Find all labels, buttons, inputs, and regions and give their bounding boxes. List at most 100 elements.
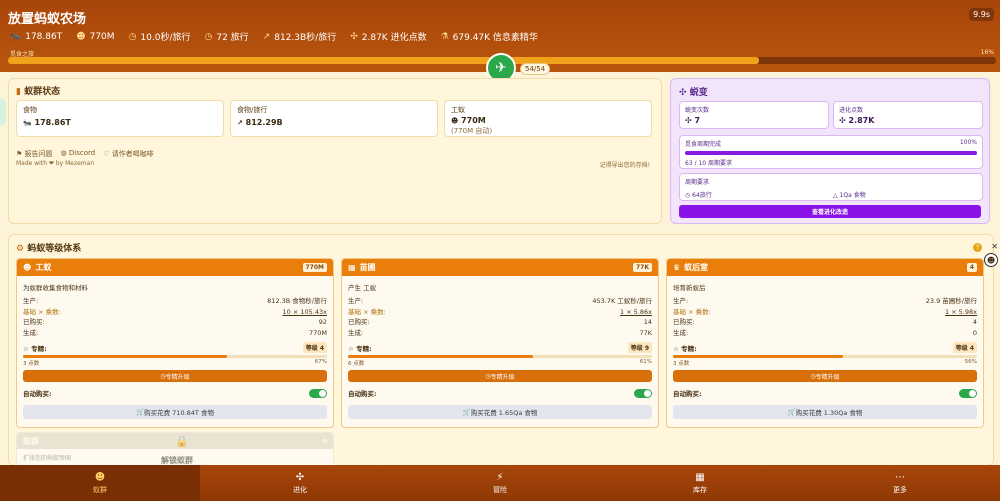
evolution-points-label: 进化点数 bbox=[839, 107, 864, 114]
heart-icon: ♡ bbox=[103, 150, 112, 158]
spec-upgrade-button[interactable]: ◷ 专精升级 bbox=[23, 370, 327, 382]
base-label: 基础 × 乘数: bbox=[23, 307, 61, 316]
runner-count: 54/54 bbox=[520, 63, 551, 75]
produce-label: 生产: bbox=[673, 297, 689, 305]
made-with-credit: Made with ❤ by Mezeman bbox=[16, 160, 95, 167]
food-per-trip-card: 食物/旅行 ↗ 812.29B bbox=[230, 100, 438, 137]
cycle-progress-fill bbox=[685, 151, 977, 155]
queen-icon: ♛ bbox=[673, 263, 681, 272]
sparkle-icon: ✣ bbox=[839, 116, 849, 125]
produce-value: 23.9 苗圃秒/旅行 bbox=[925, 297, 977, 305]
trend-icon: ↗ bbox=[237, 119, 243, 127]
unit-description: 产生 工蚁 bbox=[348, 284, 377, 292]
sparkle-icon: ✣ bbox=[679, 88, 690, 98]
spec-upgrade-label: 专精升级 bbox=[490, 373, 515, 381]
requirement-trips: 64旅行 bbox=[692, 192, 712, 199]
bolt-icon: ⚡ bbox=[496, 471, 504, 483]
spec-points: 6 点数 bbox=[348, 361, 365, 367]
spec-progress-bar bbox=[23, 355, 327, 358]
cart-icon: 🛒 bbox=[136, 408, 145, 416]
buy-button[interactable]: 🛒 购买花费 1.65Qa 食物 bbox=[348, 405, 652, 419]
trend-icon: ↗ bbox=[262, 31, 271, 42]
nav-label: 进化 bbox=[293, 485, 307, 494]
worker-icon: ☻ bbox=[451, 117, 459, 125]
auto-buy-toggle[interactable] bbox=[634, 388, 652, 398]
nav-item-0[interactable]: ☻ 蚁群 bbox=[0, 465, 200, 501]
nav-label: 库存 bbox=[693, 485, 707, 494]
stat-value: 2.87K 进化点数 bbox=[361, 33, 427, 43]
auto-buy-toggle[interactable] bbox=[959, 388, 977, 398]
generated-label: 生成: bbox=[673, 328, 689, 337]
coffee-link[interactable]: ♡ 请作者喝咖啡 bbox=[103, 149, 154, 159]
spec-percent: 56% bbox=[964, 359, 977, 365]
auto-buy-label: 自动购买: bbox=[23, 390, 52, 398]
cycle-progress-bar bbox=[685, 151, 977, 155]
food-per-trip-label: 食物/旅行 bbox=[237, 106, 268, 114]
buy-button-label: 购买花费 710.84T 食物 bbox=[144, 409, 214, 417]
help-icon[interactable]: ? bbox=[973, 243, 982, 252]
unit-count: 4 bbox=[966, 263, 977, 272]
app-title: 放置蚂蚁农场 bbox=[8, 12, 87, 27]
cycle-requirement-card: 周期要求 ◷ 64旅行 △ 1Qa 食物 bbox=[679, 173, 983, 201]
auto-buy-label: 自动购买: bbox=[348, 390, 377, 398]
auto-buy-toggle[interactable] bbox=[309, 388, 327, 398]
ant-icon: ☻ bbox=[94, 471, 106, 483]
star-icon: ☆ bbox=[23, 344, 32, 353]
discord-link[interactable]: ◍ Discord bbox=[61, 149, 96, 159]
unit-card: ▦ 苗圃 77K 产生 工蚁 生产: 453.7K 工蚁秒/旅行 基础 × 乘数:… bbox=[341, 258, 659, 428]
nursery-icon: ▦ bbox=[348, 263, 356, 272]
stat-trip-time: ◷ 10.0秒/旅行 bbox=[129, 30, 191, 44]
buy-button-label: 购买花费 1.65Qa 食物 bbox=[470, 409, 538, 417]
foraging-progress-fill bbox=[8, 57, 759, 64]
unit-header: ☻ 工蚁 770M bbox=[17, 259, 333, 276]
bought-label: 已购买: bbox=[673, 318, 695, 326]
mutation-count-card: 蜕变次数 ✣ 7 bbox=[679, 101, 829, 129]
generated-value: 770M bbox=[308, 328, 327, 337]
spec-label: 专精: bbox=[356, 344, 372, 353]
ant-icon: 🐜 bbox=[10, 31, 22, 42]
produce-label: 生产: bbox=[348, 297, 364, 305]
foraging-percent: 16% bbox=[980, 49, 994, 56]
spec-upgrade-button[interactable]: ◷ 专精升级 bbox=[673, 370, 977, 382]
github-icon[interactable]: ☻ bbox=[984, 253, 998, 267]
clock-icon: ◷ bbox=[204, 31, 213, 42]
colony-title-text: 蚁群状态 bbox=[24, 87, 61, 97]
worker-icon: ☻ bbox=[23, 263, 32, 272]
speed-badge: 9.9s bbox=[969, 8, 994, 21]
buy-button[interactable]: 🛒 购买花费 1.30Qa 食物 bbox=[673, 405, 977, 419]
bought-value: 92 bbox=[318, 318, 327, 326]
generated-value: 77K bbox=[639, 328, 652, 337]
stat-value: 812.3B秒/旅行 bbox=[274, 33, 337, 43]
more-icon: ⋯ bbox=[895, 471, 905, 483]
stat-workers: ☻ 770M bbox=[76, 30, 114, 43]
food-card: 食物 🐜 178.86T bbox=[16, 100, 224, 137]
export-reminder: 记得导出您的存档! bbox=[599, 162, 650, 169]
star-icon: ☆ bbox=[673, 344, 682, 353]
report-issue-link[interactable]: ⚑ 报告问题 bbox=[16, 149, 53, 159]
spec-points: 3 点数 bbox=[23, 361, 40, 367]
spec-upgrade-label: 专精升级 bbox=[165, 373, 190, 381]
nav-item-3[interactable]: ▦ 库存 bbox=[600, 465, 800, 501]
worker-card-label: 工蚁 bbox=[451, 106, 465, 114]
nav-item-1[interactable]: ✣ 进化 bbox=[200, 465, 400, 501]
generated-value: 0 bbox=[972, 328, 977, 337]
view-evolution-button[interactable]: 查看进化改造 bbox=[679, 205, 981, 218]
spec-upgrade-button[interactable]: ◷ 专精升级 bbox=[348, 370, 652, 382]
stat-value: 770M bbox=[89, 31, 115, 42]
mutation-title-text: 蜕变 bbox=[689, 88, 708, 98]
spec-percent: 61% bbox=[639, 359, 652, 365]
locked-colony-card: 蚁群 0 扩张您的蚂蚁帝国 🔒 解锁蚁群 bbox=[16, 432, 334, 468]
spec-percent: 67% bbox=[314, 359, 327, 365]
chart-icon: ▮ bbox=[16, 87, 25, 97]
buy-button[interactable]: 🛒 购买花费 710.84T 食物 bbox=[23, 405, 327, 419]
close-icon[interactable]: ✕ bbox=[991, 242, 998, 251]
base-label: 基础 × 乘数: bbox=[673, 307, 711, 316]
side-drawer-handle[interactable] bbox=[0, 98, 6, 126]
nav-item-2[interactable]: ⚡ 冒险 bbox=[400, 465, 600, 501]
food-card-label: 食物 bbox=[23, 106, 37, 114]
cycle-label: 觅食周期完成 bbox=[685, 141, 722, 148]
cycle-percent: 100% bbox=[959, 139, 977, 146]
nav-item-4[interactable]: ⋯ 更多 bbox=[800, 465, 1000, 501]
lock-icon: 🔒 bbox=[175, 435, 189, 448]
locked-unit-desc: 扩张您的蚂蚁帝国 bbox=[23, 455, 72, 462]
